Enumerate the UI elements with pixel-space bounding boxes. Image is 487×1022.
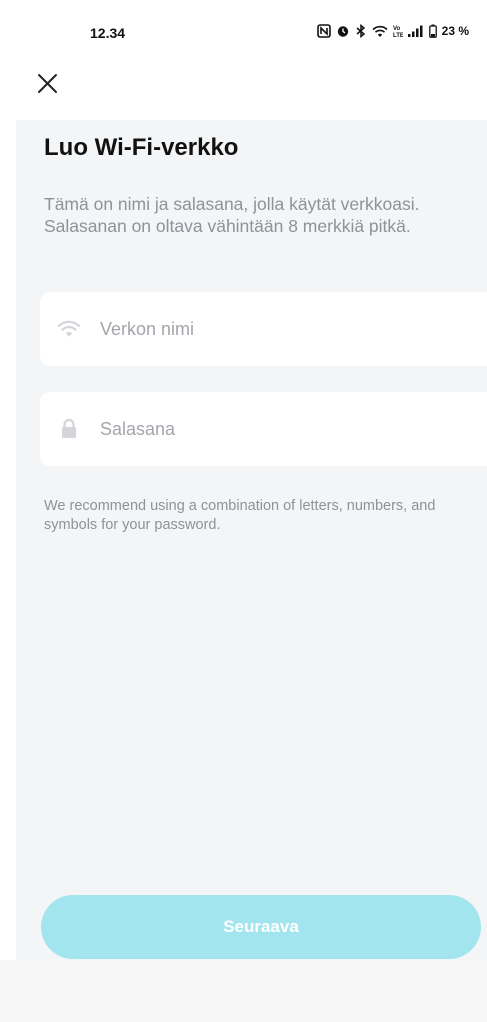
password-field[interactable] [40,392,487,466]
svg-text:Vo: Vo [393,26,401,32]
bottom-area [0,960,487,1022]
bluetooth-icon [356,24,365,38]
lock-field-icon [56,416,82,442]
page-description: Tämä on nimi ja salasana, jolla käytät v… [44,194,420,236]
wifi-field-icon [56,316,82,342]
network-name-field[interactable] [40,292,487,366]
close-button[interactable] [34,70,62,98]
status-time: 12.34 [90,25,126,41]
status-bar: 12.34 Vo LTE 23 % [0,0,487,60]
page-title: Luo Wi-Fi-verkko [44,134,239,161]
battery-percentage: 23 % [441,24,469,38]
nfc-icon [316,24,331,38]
battery-icon [428,24,437,38]
password-input[interactable] [100,418,440,440]
app-background [16,120,487,1022]
signal-icon [407,25,423,37]
lock-icon [62,418,76,438]
network-name-input[interactable] [100,318,440,340]
status-icons: Vo LTE 23 % [316,24,469,38]
screen: 12.34 Vo LTE 23 % Luo Wi-Fi-verkko Tämä … [0,0,487,1022]
svg-text:LTE: LTE [393,33,403,38]
wifi-icon [57,320,81,337]
password-hint: We recommend using a combination of lett… [44,498,436,533]
volte-icon: Vo LTE [393,26,403,38]
close-icon [38,74,57,93]
alarm-icon [337,26,348,37]
next-button[interactable]: Seuraava [41,895,481,959]
wifi-icon [372,25,388,37]
